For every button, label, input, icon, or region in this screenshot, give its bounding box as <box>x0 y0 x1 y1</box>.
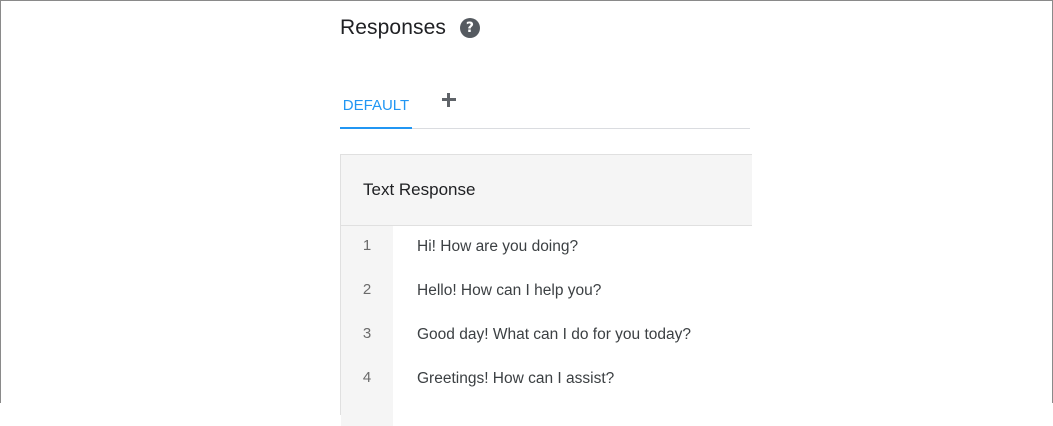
row-number: 4 <box>362 368 372 386</box>
response-row: 4 Greetings! How can I assist? <box>341 358 752 402</box>
response-row: 3 Good day! What can I do for you today? <box>341 314 752 358</box>
response-row: 1 Hi! How are you doing? <box>341 226 752 270</box>
responses-header: Responses ? <box>340 16 480 40</box>
response-text-field[interactable]: Hi! How are you doing? <box>393 238 578 256</box>
tab-default[interactable]: DEFAULT <box>340 82 412 129</box>
add-tab-plus-icon[interactable] <box>438 89 460 111</box>
help-icon[interactable]: ? <box>459 18 480 38</box>
row-number: 1 <box>362 236 372 254</box>
text-response-header: Text Response <box>341 155 752 226</box>
response-row: 2 Hello! How can I help you? <box>341 270 752 314</box>
text-response-list: 1 Hi! How are you doing? 2 Hello! How ca… <box>341 226 752 426</box>
text-response-card: Text Response 1 Hi! How are you doing? 2… <box>340 154 752 426</box>
response-text-field[interactable]: Hello! How can I help you? <box>393 282 601 300</box>
section-title: Responses <box>340 16 446 39</box>
response-text-field[interactable]: Greetings! How can I assist? <box>393 370 614 388</box>
row-number: 2 <box>362 280 372 298</box>
response-tabs: DEFAULT <box>340 82 750 129</box>
row-number: 3 <box>362 324 372 342</box>
response-text-field[interactable]: Good day! What can I do for you today? <box>393 326 691 344</box>
